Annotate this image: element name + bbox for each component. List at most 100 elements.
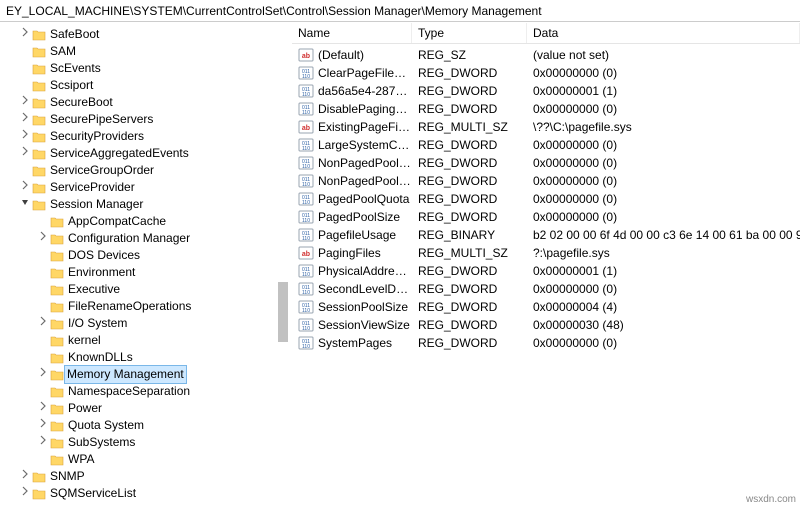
tree-item[interactable]: Memory Management <box>0 366 288 383</box>
chevron-right-icon[interactable] <box>18 94 32 111</box>
chevron-right-icon[interactable] <box>36 366 50 383</box>
svg-text:110: 110 <box>302 74 310 80</box>
tree-item-label: AppCompatCache <box>67 213 166 230</box>
chevron-right-icon[interactable] <box>18 145 32 162</box>
tree-item[interactable]: WPA <box>0 451 288 468</box>
tree-item[interactable]: SafeBoot <box>0 26 288 43</box>
value-row[interactable]: 011110NonPagedPoolSi...REG_DWORD0x000000… <box>292 172 800 190</box>
value-row[interactable]: 011110PhysicalAddressE...REG_DWORD0x0000… <box>292 262 800 280</box>
svg-text:110: 110 <box>302 344 310 350</box>
binary-value-icon: 011110 <box>298 209 314 225</box>
value-row[interactable]: 011110PagedPoolQuotaREG_DWORD0x00000000 … <box>292 190 800 208</box>
tree-item[interactable]: Session Manager <box>0 196 288 213</box>
column-header-type[interactable]: Type <box>412 23 527 43</box>
value-row[interactable]: abPagingFilesREG_MULTI_SZ?:\pagefile.sys <box>292 244 800 262</box>
tree-item[interactable]: AppCompatCache <box>0 213 288 230</box>
scroll-thumb[interactable] <box>278 282 288 342</box>
value-name: LargeSystemCac... <box>318 136 412 154</box>
chevron-right-icon[interactable] <box>18 111 32 128</box>
folder-icon <box>32 97 46 109</box>
folder-icon <box>50 267 64 279</box>
value-row[interactable]: 011110SecondLevelDat...REG_DWORD0x000000… <box>292 280 800 298</box>
value-row[interactable]: 011110SessionViewSizeREG_DWORD0x00000030… <box>292 316 800 334</box>
value-row[interactable]: 011110da56a5e4-287c-...REG_DWORD0x000000… <box>292 82 800 100</box>
tree-item[interactable]: Executive <box>0 281 288 298</box>
value-data: 0x00000000 (0) <box>527 190 800 208</box>
value-row[interactable]: 011110PagefileUsageREG_BINARYb2 02 00 00… <box>292 226 800 244</box>
svg-text:110: 110 <box>302 110 310 116</box>
chevron-right-icon[interactable] <box>36 400 50 417</box>
value-row[interactable]: 011110PagedPoolSizeREG_DWORD0x00000000 (… <box>292 208 800 226</box>
chevron-right-icon[interactable] <box>18 468 32 485</box>
chevron-right-icon[interactable] <box>18 485 32 502</box>
folder-icon <box>32 80 46 92</box>
tree-item[interactable]: ServiceGroupOrder <box>0 162 288 179</box>
folder-icon <box>32 46 46 58</box>
tree-item[interactable]: KnownDLLs <box>0 349 288 366</box>
tree-item[interactable]: Quota System <box>0 417 288 434</box>
tree-item[interactable]: SecurePipeServers <box>0 111 288 128</box>
tree-item-label: Executive <box>67 281 120 298</box>
chevron-right-icon[interactable] <box>36 434 50 451</box>
value-type: REG_DWORD <box>412 316 527 334</box>
value-row[interactable]: 011110NonPagedPoolQ...REG_DWORD0x0000000… <box>292 154 800 172</box>
list-pane[interactable]: Name Type Data ab(Default)REG_SZ(value n… <box>292 22 800 507</box>
splitter[interactable] <box>288 22 292 507</box>
value-row[interactable]: abExistingPageFilesREG_MULTI_SZ\??\C:\pa… <box>292 118 800 136</box>
tree-item[interactable]: ServiceProvider <box>0 179 288 196</box>
binary-value-icon: 011110 <box>298 317 314 333</box>
tree-item[interactable]: Power <box>0 400 288 417</box>
tree-item[interactable]: ServiceAggregatedEvents <box>0 145 288 162</box>
value-row[interactable]: 011110SessionPoolSizeREG_DWORD0x00000004… <box>292 298 800 316</box>
address-bar[interactable]: EY_LOCAL_MACHINE\SYSTEM\CurrentControlSe… <box>0 0 800 22</box>
folder-icon <box>32 182 46 194</box>
tree-item-label: NamespaceSeparation <box>67 383 190 400</box>
tree-item-label: KnownDLLs <box>67 349 133 366</box>
tree-item-label: Configuration Manager <box>67 230 190 247</box>
tree-item[interactable]: SNMP <box>0 468 288 485</box>
value-type: REG_DWORD <box>412 208 527 226</box>
value-row[interactable]: 011110ClearPageFileAtS...REG_DWORD0x0000… <box>292 64 800 82</box>
tree-item[interactable]: FileRenameOperations <box>0 298 288 315</box>
tree-item[interactable]: I/O System <box>0 315 288 332</box>
column-headers[interactable]: Name Type Data <box>292 22 800 44</box>
tree-item[interactable]: Scsiport <box>0 77 288 94</box>
folder-icon <box>32 488 46 500</box>
value-type: REG_DWORD <box>412 172 527 190</box>
tree-item[interactable]: SecureBoot <box>0 94 288 111</box>
value-row[interactable]: ab(Default)REG_SZ(value not set) <box>292 46 800 64</box>
tree-item[interactable]: kernel <box>0 332 288 349</box>
value-name: SessionPoolSize <box>318 298 412 316</box>
tree-item[interactable]: Configuration Manager <box>0 230 288 247</box>
tree-item[interactable]: DOS Devices <box>0 247 288 264</box>
column-header-name[interactable]: Name <box>292 23 412 43</box>
chevron-right-icon[interactable] <box>18 179 32 196</box>
tree-item[interactable]: SubSystems <box>0 434 288 451</box>
tree-pane[interactable]: SafeBootSAMScEventsScsiportSecureBootSec… <box>0 22 288 507</box>
tree-item[interactable]: NamespaceSeparation <box>0 383 288 400</box>
chevron-right-icon[interactable] <box>36 417 50 434</box>
column-header-data[interactable]: Data <box>527 23 800 43</box>
watermark: wsxdn.com <box>746 494 796 505</box>
chevron-right-icon[interactable] <box>18 128 32 145</box>
value-row[interactable]: 011110LargeSystemCac...REG_DWORD0x000000… <box>292 136 800 154</box>
value-data: 0x00000000 (0) <box>527 334 800 352</box>
chevron-right-icon[interactable] <box>36 230 50 247</box>
chevron-right-icon[interactable] <box>18 26 32 43</box>
string-value-icon: ab <box>298 119 314 135</box>
tree-item[interactable]: SAM <box>0 43 288 60</box>
tree-item[interactable]: SecurityProviders <box>0 128 288 145</box>
chevron-down-icon[interactable] <box>18 196 32 213</box>
string-value-icon: ab <box>298 47 314 63</box>
value-row[interactable]: 011110DisablePagingEx...REG_DWORD0x00000… <box>292 100 800 118</box>
tree-item[interactable]: ScEvents <box>0 60 288 77</box>
main-area: SafeBootSAMScEventsScsiportSecureBootSec… <box>0 22 800 507</box>
folder-icon <box>32 63 46 75</box>
svg-text:110: 110 <box>302 308 310 314</box>
value-row[interactable]: 011110SystemPagesREG_DWORD0x00000000 (0) <box>292 334 800 352</box>
tree-item[interactable]: Environment <box>0 264 288 281</box>
tree-item[interactable]: SQMServiceList <box>0 485 288 502</box>
value-name: ClearPageFileAtS... <box>318 64 412 82</box>
value-type: REG_DWORD <box>412 154 527 172</box>
chevron-right-icon[interactable] <box>36 315 50 332</box>
